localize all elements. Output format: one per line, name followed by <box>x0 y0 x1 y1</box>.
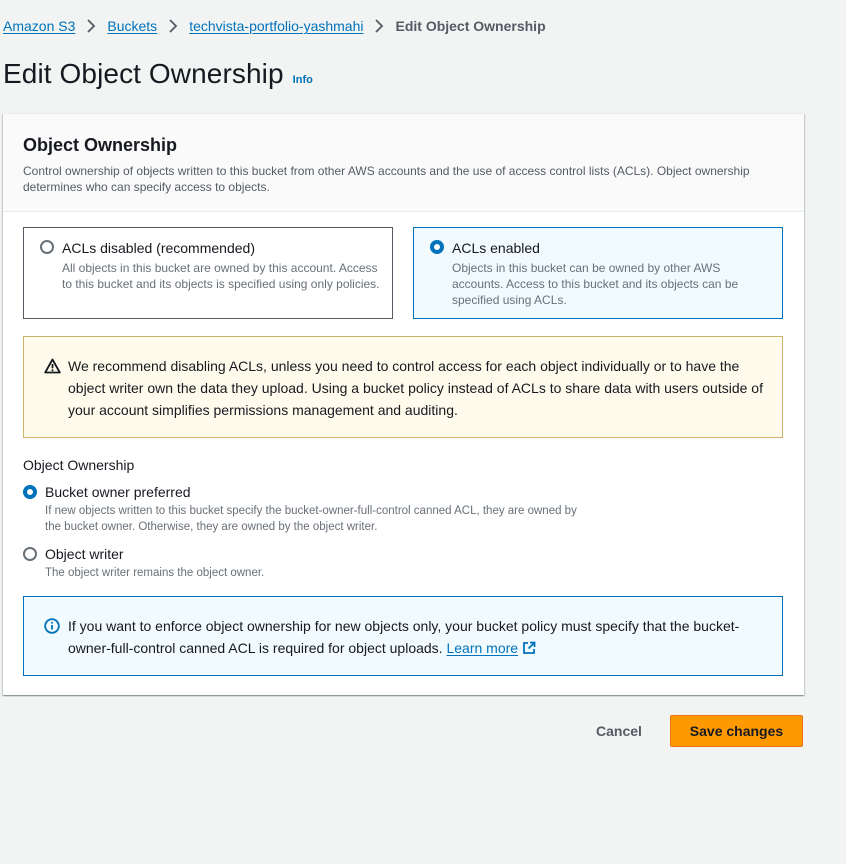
bucket-owner-preferred-radio[interactable] <box>23 485 37 499</box>
breadcrumb-bucket-name[interactable]: techvista-portfolio-yashmahi <box>189 18 363 34</box>
info-alert: If you want to enforce object ownership … <box>23 596 783 676</box>
info-circle-icon <box>44 618 60 634</box>
info-text: If you want to enforce object ownership … <box>68 618 740 656</box>
cancel-button[interactable]: Cancel <box>584 716 654 746</box>
tile-acls-enabled[interactable]: ACLs enabled Objects in this bucket can … <box>413 227 783 319</box>
page-title: Edit Object Ownership <box>3 58 284 89</box>
tile-description: All objects in this bucket are owned by … <box>62 261 380 291</box>
learn-more-label[interactable]: Learn more <box>446 640 518 656</box>
tile-description: Objects in this bucket can be owned by o… <box>452 261 739 307</box>
save-changes-button[interactable]: Save changes <box>670 715 803 747</box>
info-link[interactable]: Info <box>293 74 313 86</box>
tile-acls-disabled[interactable]: ACLs disabled (recommended) All objects … <box>23 227 393 319</box>
object-ownership-label: Object Ownership <box>23 457 135 473</box>
warning-icon <box>44 358 61 374</box>
warning-alert: We recommend disabling ACLs, unless you … <box>23 336 783 438</box>
section-title: Object Ownership <box>23 135 178 155</box>
breadcrumb-amazon-s3[interactable]: Amazon S3 <box>3 18 75 34</box>
tile-title: ACLs enabled <box>452 240 540 256</box>
chevron-right-icon <box>75 16 107 36</box>
option-description: If new objects written to this bucket sp… <box>45 505 577 533</box>
learn-more-link[interactable]: Learn more <box>446 640 536 656</box>
option-description: The object writer remains the object own… <box>45 567 265 579</box>
warning-text: We recommend disabling ACLs, unless you … <box>68 358 763 418</box>
option-label[interactable]: Bucket owner preferred <box>45 483 191 501</box>
object-ownership-container: Object Ownership Control ownership of ob… <box>3 113 804 695</box>
external-link-icon[interactable] <box>522 639 536 661</box>
object-writer-radio[interactable] <box>23 547 37 561</box>
tile-acls-disabled-radio[interactable] <box>40 240 54 254</box>
breadcrumb-buckets[interactable]: Buckets <box>107 18 157 34</box>
breadcrumb-current: Edit Object Ownership <box>395 18 546 34</box>
breadcrumb: Amazon S3 Buckets techvista-portfolio-ya… <box>3 16 546 36</box>
chevron-right-icon <box>363 16 395 36</box>
container-header: Object Ownership Control ownership of ob… <box>3 114 804 212</box>
tile-title: ACLs disabled (recommended) <box>62 240 255 256</box>
option-label[interactable]: Object writer <box>45 545 124 563</box>
section-description: Control ownership of objects written to … <box>23 164 750 194</box>
tile-acls-enabled-radio[interactable] <box>430 240 444 254</box>
chevron-right-icon <box>157 16 189 36</box>
page-header: Edit Object Ownership Info <box>3 58 313 90</box>
